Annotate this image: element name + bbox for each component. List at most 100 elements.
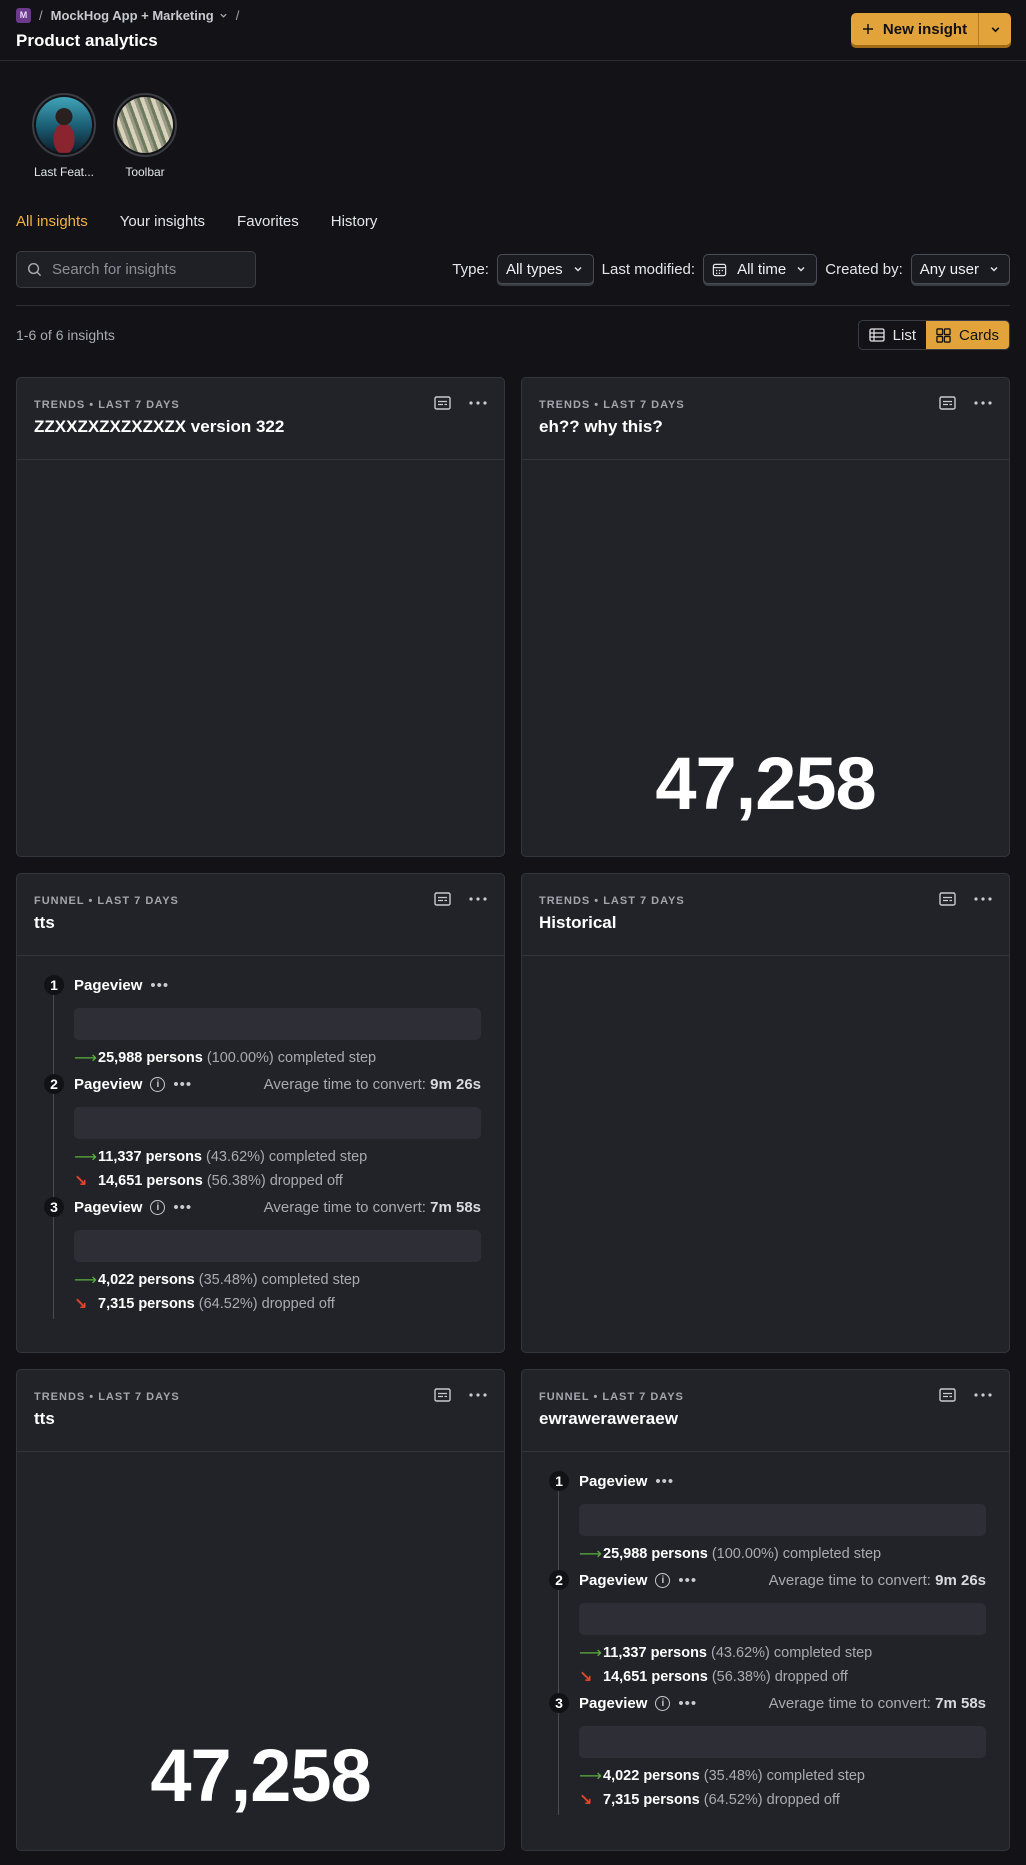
step-dropped: ↘ 14,651 persons (56.38%) dropped off — [74, 1169, 481, 1193]
card-actions — [939, 1388, 992, 1402]
dropped-persons[interactable]: 14,651 persons — [603, 1669, 708, 1685]
dropped-persons[interactable]: 14,651 persons — [98, 1173, 203, 1189]
insight-card[interactable]: TRENDS • LAST 7 DAYS Historical — [521, 873, 1010, 1353]
plus-icon — [862, 24, 873, 34]
card-title[interactable]: ZZXXZXZXZXZXZX version 322 — [34, 417, 487, 437]
step-completed: ⟶ 25,988 persons (100.00%) completed ste… — [74, 1046, 481, 1070]
tab-history[interactable]: History — [331, 210, 378, 250]
card-header: FUNNEL • LAST 7 DAYS tts — [17, 874, 504, 956]
info-icon[interactable]: i — [150, 1199, 166, 1215]
user-select-value: Any user — [919, 260, 979, 278]
card-actions — [434, 396, 487, 410]
dropped-persons[interactable]: 7,315 persons — [603, 1792, 700, 1808]
search-input[interactable]: Search for insights — [16, 250, 256, 288]
more-icon[interactable]: ••• — [678, 1572, 697, 1589]
saved-shortcuts: Last Feat... Toolbar — [0, 93, 1026, 188]
description-icon[interactable] — [939, 396, 956, 410]
more-icon[interactable]: ••• — [678, 1695, 697, 1712]
step-header: Pageview i ••• Average time to convert: … — [74, 1197, 481, 1217]
more-icon[interactable]: ••• — [655, 1473, 674, 1490]
info-icon[interactable]: i — [150, 1076, 166, 1092]
insight-card[interactable]: FUNNEL • LAST 7 DAYS ewraweraweraew 1 Pa… — [521, 1369, 1010, 1851]
insight-card[interactable]: FUNNEL • LAST 7 DAYS tts 1 Pageview ••• … — [16, 873, 505, 1353]
card-title[interactable]: eh?? why this? — [539, 417, 992, 437]
project-name: MockHog App + Marketing — [50, 7, 214, 23]
list-view-label: List — [892, 326, 916, 344]
user-select[interactable]: Any user — [910, 254, 1010, 284]
dropped-pct: (64.52%) — [198, 1296, 258, 1312]
insight-card[interactable]: TRENDS • LAST 7 DAYS eh?? why this? 47,2… — [521, 377, 1010, 857]
more-icon[interactable] — [469, 897, 487, 901]
completed-persons[interactable]: 11,337 persons — [603, 1645, 707, 1661]
insight-card[interactable]: TRENDS • LAST 7 DAYS tts 47,258 — [16, 1369, 505, 1851]
step-bar[interactable] — [579, 1504, 986, 1536]
date-select[interactable]: All time — [703, 254, 818, 284]
insight-card[interactable]: TRENDS • LAST 7 DAYS ZZXXZXZXZXZXZX vers… — [16, 377, 505, 857]
tab-favorites[interactable]: Favorites — [237, 210, 299, 250]
description-icon[interactable] — [434, 892, 451, 906]
funnel-step: 3 Pageview i ••• Average time to convert… — [44, 1197, 481, 1313]
dropped-text: dropped off — [766, 1792, 840, 1808]
description-icon[interactable] — [434, 1388, 451, 1402]
description-icon[interactable] — [939, 1388, 956, 1402]
project-switcher[interactable]: MockHog App + Marketing — [51, 8, 228, 23]
step-bar[interactable] — [74, 1107, 481, 1139]
tab-all-insights[interactable]: All insights — [16, 210, 88, 250]
type-select-value: All types — [505, 260, 563, 278]
new-insight-button[interactable]: New insight — [851, 13, 979, 45]
shortcut-label: Last Feat... — [33, 165, 95, 179]
description-icon[interactable] — [939, 892, 956, 906]
step-dropped: ↘ 7,315 persons (64.52%) dropped off — [74, 1292, 481, 1316]
more-icon[interactable]: ••• — [150, 977, 169, 994]
average-time-label: Average time to convert: — [263, 1198, 426, 1216]
view-toggle: List Cards — [857, 320, 1010, 350]
more-icon[interactable] — [469, 1393, 487, 1397]
description-icon[interactable] — [434, 396, 451, 410]
arrow-down-right-icon: ↘ — [74, 1296, 88, 1313]
arrow-down-right-icon: ↘ — [579, 1669, 593, 1686]
shortcut-last-feature[interactable]: Last Feat... — [32, 93, 96, 188]
card-title[interactable]: Historical — [539, 913, 992, 933]
card-header: TRENDS • LAST 7 DAYS eh?? why this? — [522, 378, 1009, 460]
cards-view-button[interactable]: Cards — [925, 321, 1009, 349]
avatar — [113, 93, 177, 157]
new-insight-dropdown-button[interactable] — [979, 13, 1011, 45]
card-meta: FUNNEL • LAST 7 DAYS — [34, 895, 179, 907]
completed-persons[interactable]: 25,988 persons — [98, 1050, 203, 1066]
step-name: Pageview — [74, 976, 143, 994]
completed-persons[interactable]: 11,337 persons — [98, 1149, 202, 1165]
card-title[interactable]: tts — [34, 913, 487, 933]
step-bar[interactable] — [74, 1230, 481, 1262]
completed-text: completed step — [766, 1768, 865, 1784]
card-actions — [434, 892, 487, 906]
step-bar[interactable] — [74, 1008, 481, 1040]
more-icon[interactable] — [469, 401, 487, 405]
more-icon[interactable] — [974, 401, 992, 405]
tab-your-insights[interactable]: Your insights — [120, 210, 205, 250]
card-title[interactable]: tts — [34, 1409, 487, 1429]
more-icon[interactable] — [974, 897, 992, 901]
more-icon[interactable]: ••• — [173, 1199, 192, 1216]
completed-persons[interactable]: 25,988 persons — [603, 1546, 708, 1562]
arrow-right-icon: ⟶ — [74, 1272, 97, 1289]
step-bar[interactable] — [579, 1726, 986, 1758]
type-select[interactable]: All types — [496, 254, 594, 284]
step-number: 1 — [44, 975, 64, 995]
completed-pct: (100.00%) — [206, 1050, 274, 1066]
more-icon[interactable]: ••• — [173, 1076, 192, 1093]
card-title[interactable]: ewraweraweraew — [539, 1409, 992, 1429]
info-icon[interactable]: i — [655, 1695, 671, 1711]
chevron-down-icon — [991, 26, 999, 32]
completed-persons[interactable]: 4,022 persons — [603, 1768, 700, 1784]
more-icon[interactable] — [974, 1393, 992, 1397]
top-bar: M / MockHog App + Marketing / Product an… — [0, 0, 1026, 61]
dropped-persons[interactable]: 7,315 persons — [98, 1296, 195, 1312]
info-icon[interactable]: i — [655, 1572, 671, 1588]
card-meta: TRENDS • LAST 7 DAYS — [539, 895, 685, 907]
step-completed: ⟶ 25,988 persons (100.00%) completed ste… — [579, 1542, 986, 1566]
list-view-button[interactable]: List — [859, 321, 926, 349]
search-placeholder: Search for insights — [52, 260, 177, 278]
step-bar[interactable] — [579, 1603, 986, 1635]
shortcut-toolbar[interactable]: Toolbar — [113, 93, 177, 188]
completed-persons[interactable]: 4,022 persons — [98, 1272, 195, 1288]
